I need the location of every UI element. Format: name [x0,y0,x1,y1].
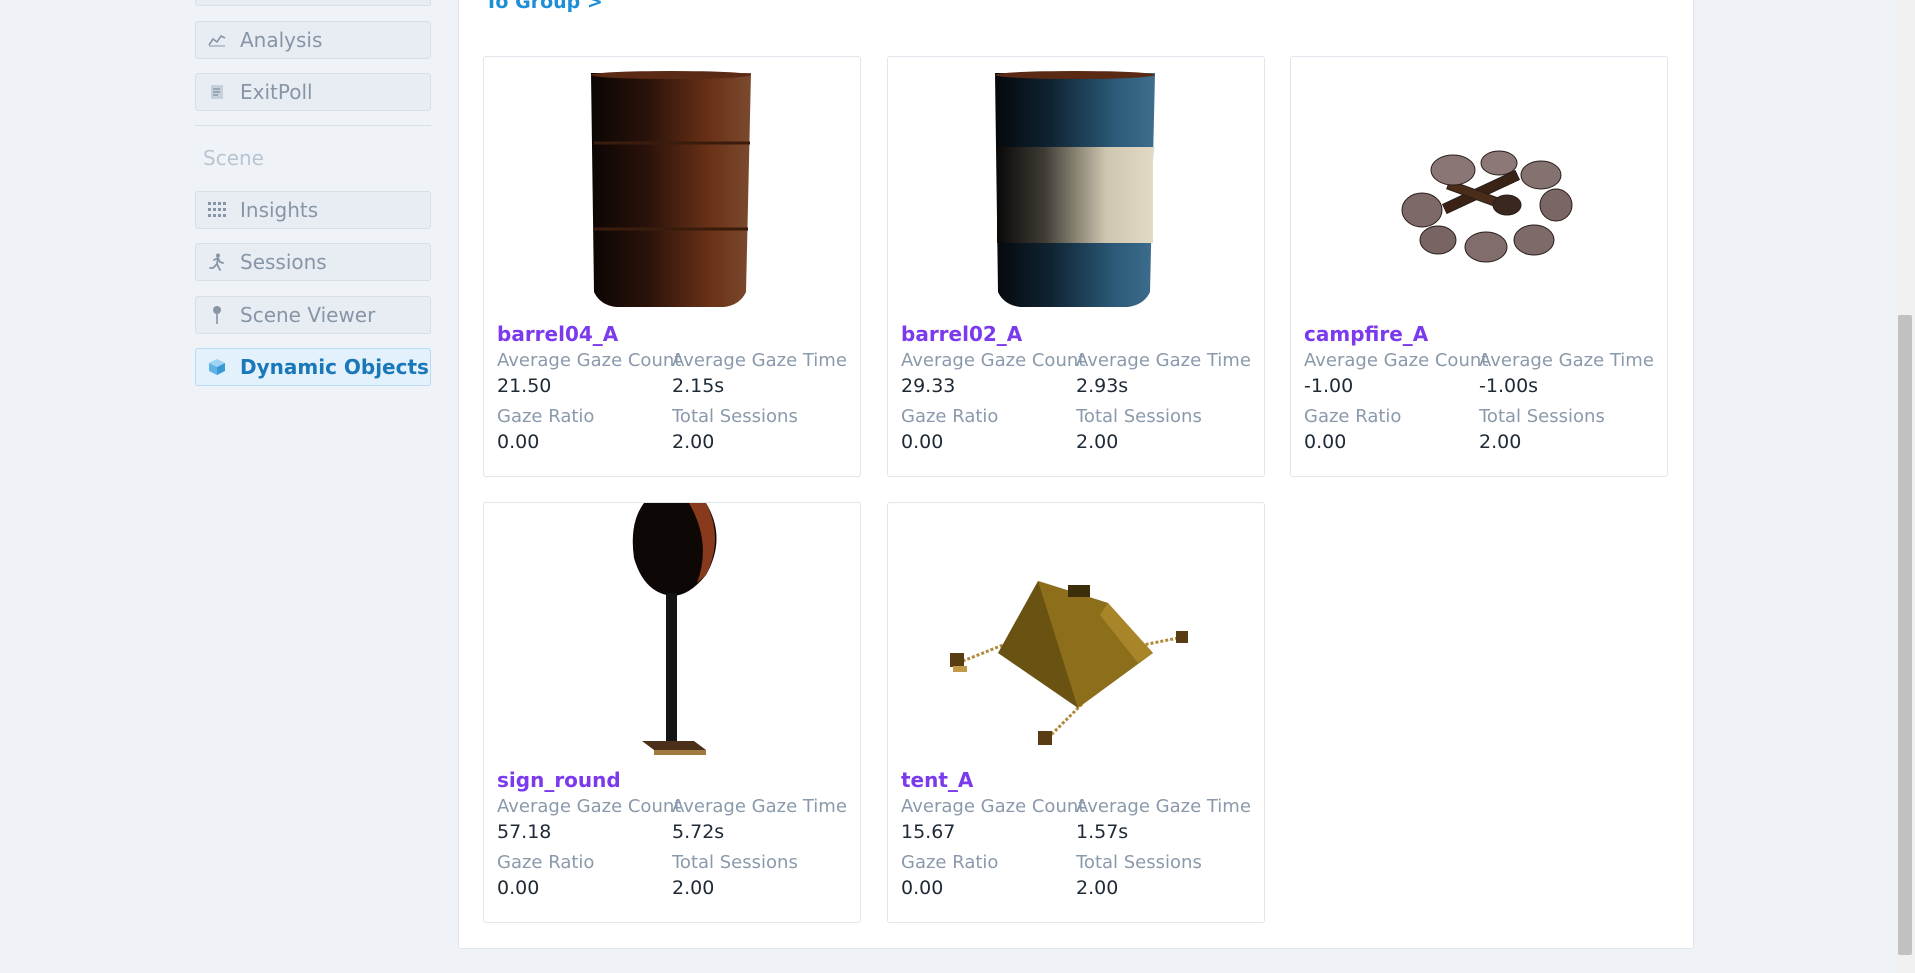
object-thumbnail [484,503,860,761]
total-sessions-label: Total Sessions [672,852,798,873]
total-sessions-label: Total Sessions [1076,406,1202,427]
sidebar-divider [195,125,431,126]
sidebar-item-label: Insights [240,198,319,222]
total-sessions-value: 2.00 [1076,431,1119,453]
gaze-ratio-value: 0.00 [497,431,540,453]
scrollbar-thumb[interactable] [1898,315,1912,955]
sidebar-item-partial[interactable] [195,0,431,6]
avg-gaze-time-label: Average Gaze Time [1076,796,1251,817]
object-card[interactable]: barrel02_A Average Gaze Count Average Ga… [887,56,1265,477]
sidebar-item-label: Dynamic Objects [240,355,429,379]
total-sessions-label: Total Sessions [1479,406,1605,427]
avg-gaze-count-value: 29.33 [901,375,956,397]
avg-gaze-time-value: 5.72s [672,821,725,843]
total-sessions-value: 2.00 [672,431,715,453]
gaze-ratio-label: Gaze Ratio [1304,406,1402,427]
avg-gaze-time-value: 1.57s [1076,821,1129,843]
line-chart-icon [206,29,228,51]
sidebar-item-scene-viewer[interactable]: Scene Viewer [195,296,431,334]
total-sessions-label: Total Sessions [1076,852,1202,873]
total-sessions-label: Total Sessions [672,406,798,427]
avg-gaze-time-value: 2.93s [1076,375,1129,397]
object-card[interactable]: tent_A Average Gaze Count Average Gaze T… [887,502,1265,923]
to-group-link[interactable]: To Group > [485,0,603,13]
object-thumbnail [888,57,1264,315]
sidebar: Analysis ExitPoll Scene Insights Session… [0,0,440,973]
sidebar-item-label: Scene Viewer [240,303,376,327]
running-person-icon [206,251,228,273]
avg-gaze-count-value: 15.67 [901,821,956,843]
avg-gaze-count-value: 21.50 [497,375,552,397]
total-sessions-value: 2.00 [1076,877,1119,899]
object-name[interactable]: campfire_A [1304,322,1428,346]
avg-gaze-time-label: Average Gaze Time [1479,350,1654,371]
sidebar-item-dynamic-objects[interactable]: Dynamic Objects [195,348,431,386]
object-name[interactable]: tent_A [901,768,973,792]
sidebar-item-label: Analysis [240,28,323,52]
sidebar-item-insights[interactable]: Insights [195,191,431,229]
grid-icon [206,199,228,221]
avg-gaze-time-value: -1.00s [1479,375,1539,397]
object-card[interactable]: sign_round Average Gaze Count Average Ga… [483,502,861,923]
avg-gaze-time-value: 2.15s [672,375,725,397]
avg-gaze-time-label: Average Gaze Time [672,796,847,817]
avg-gaze-count-label: Average Gaze Count [497,350,682,371]
sidebar-item-analysis[interactable]: Analysis [195,21,431,59]
avg-gaze-count-value: 57.18 [497,821,552,843]
form-icon [206,81,228,103]
sidebar-section-scene: Scene [203,146,264,170]
cube-icon [206,356,228,378]
gaze-ratio-label: Gaze Ratio [497,852,595,873]
object-card[interactable]: barrel04_A Average Gaze Count Average Ga… [483,56,861,477]
avg-gaze-count-label: Average Gaze Count [901,796,1086,817]
sidebar-item-sessions[interactable]: Sessions [195,243,431,281]
object-card[interactable]: campfire_A Average Gaze Count Average Ga… [1290,56,1668,477]
avg-gaze-count-label: Average Gaze Count [901,350,1086,371]
avg-gaze-count-value: -1.00 [1304,375,1354,397]
avg-gaze-count-label: Average Gaze Count [497,796,682,817]
gaze-ratio-label: Gaze Ratio [901,852,999,873]
total-sessions-value: 2.00 [1479,431,1522,453]
gaze-ratio-value: 0.00 [497,877,540,899]
sidebar-item-label: Sessions [240,250,327,274]
sidebar-item-exitpoll[interactable]: ExitPoll [195,73,431,111]
object-thumbnail [1291,57,1667,315]
pin-icon [206,304,228,326]
gaze-ratio-label: Gaze Ratio [901,406,999,427]
sidebar-item-label: ExitPoll [240,80,313,104]
object-thumbnail [888,503,1264,761]
gaze-ratio-value: 0.00 [901,877,944,899]
object-thumbnail [484,57,860,315]
avg-gaze-time-label: Average Gaze Time [1076,350,1251,371]
object-name[interactable]: barrel02_A [901,322,1022,346]
page-scrollbar[interactable] [1895,0,1915,973]
gaze-ratio-value: 0.00 [1304,431,1347,453]
avg-gaze-time-label: Average Gaze Time [672,350,847,371]
gaze-ratio-label: Gaze Ratio [497,406,595,427]
object-name[interactable]: sign_round [497,768,621,792]
object-name[interactable]: barrel04_A [497,322,618,346]
total-sessions-value: 2.00 [672,877,715,899]
gaze-ratio-value: 0.00 [901,431,944,453]
avg-gaze-count-label: Average Gaze Count [1304,350,1489,371]
